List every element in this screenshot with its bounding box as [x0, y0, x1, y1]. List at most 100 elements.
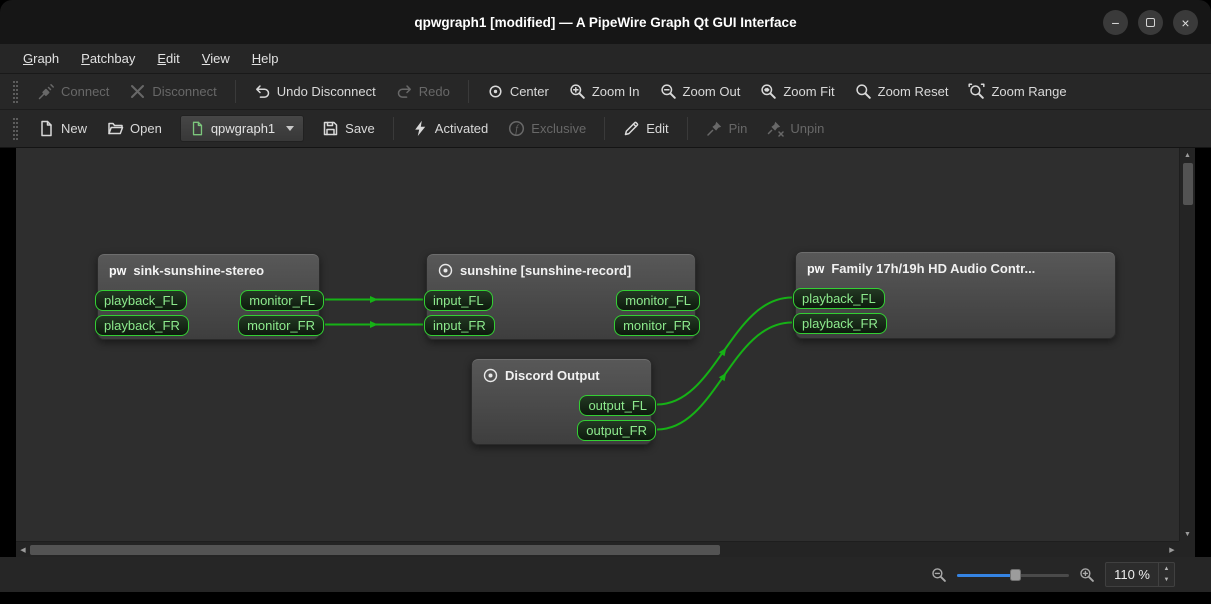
horizontal-scrollbar-handle[interactable]	[30, 545, 720, 555]
graph-canvas[interactable]: pw sink-sunshine-stereo playback_FL play…	[16, 148, 1179, 541]
maximize-button[interactable]	[1138, 10, 1163, 35]
zoom-fit-button[interactable]: Zoom Fit	[751, 78, 843, 106]
new-file-icon	[41, 120, 52, 137]
redo-button[interactable]: Redo	[387, 78, 459, 106]
node-title: Discord Output	[505, 368, 600, 383]
maximize-icon	[1146, 18, 1155, 27]
minimize-button[interactable]: −	[1103, 10, 1128, 35]
node-header: sunshine [sunshine-record]	[427, 254, 695, 278]
new-label: New	[61, 121, 88, 136]
zoom-fit-icon	[761, 84, 777, 99]
node-discord-output[interactable]: Discord Output output_FL output_FR	[471, 358, 656, 445]
scroll-left-icon[interactable]: ◀	[16, 542, 30, 557]
port-playback-fr[interactable]: playback_FR	[793, 313, 887, 334]
node-sink-sunshine-stereo[interactable]: pw sink-sunshine-stereo playback_FL play…	[95, 253, 324, 340]
zoom-slider[interactable]	[957, 567, 1070, 583]
scroll-right-icon[interactable]: ▶	[1165, 542, 1179, 557]
app-window: qpwgraph1 [modified] — A PipeWire Graph …	[0, 0, 1211, 604]
window-title: qpwgraph1 [modified] — A PipeWire Graph …	[414, 14, 797, 30]
status-zoom-in-button[interactable]	[1079, 567, 1095, 583]
connect-button[interactable]: Connect	[29, 78, 118, 106]
undo-disconnect-label: Undo Disconnect	[276, 84, 376, 99]
scroll-down-icon[interactable]: ▼	[1180, 527, 1195, 541]
port-input-fl[interactable]: input_FL	[424, 290, 493, 311]
scroll-up-icon[interactable]: ▲	[1180, 148, 1195, 162]
open-button[interactable]: Open	[98, 115, 171, 143]
node-title: sink-sunshine-stereo	[133, 263, 265, 278]
zoom-spinbox[interactable]: 110 % ▲ ▼	[1105, 562, 1175, 587]
zoom-spin-up-icon[interactable]: ▲	[1159, 563, 1174, 575]
patchbay-profile-combo[interactable]: qpwgraph1	[179, 115, 305, 142]
zoom-in-button[interactable]: Zoom In	[560, 78, 649, 106]
port-monitor-fr[interactable]: monitor_FR	[614, 315, 700, 336]
status-bar: 110 % ▲ ▼	[0, 557, 1211, 592]
window-controls: − ×	[1103, 10, 1198, 35]
horizontal-scrollbar[interactable]: ◀ ▶	[16, 541, 1179, 557]
stream-icon	[483, 368, 498, 383]
center-button[interactable]: Center	[478, 78, 558, 106]
connections-layer	[325, 296, 793, 431]
zoom-reset-label: Zoom Reset	[877, 84, 949, 99]
edit-button[interactable]: Edit	[614, 115, 677, 143]
port-output-fr[interactable]: output_FR	[577, 420, 656, 441]
node-title: sunshine [sunshine-record]	[460, 263, 632, 278]
node-sunshine-record[interactable]: sunshine [sunshine-record] input_FL inpu…	[424, 253, 700, 340]
graph-canvas-frame: pw sink-sunshine-stereo playback_FL play…	[16, 148, 1195, 557]
zoom-in-icon	[1080, 567, 1094, 582]
undo-icon	[255, 85, 269, 98]
node-family-hd-audio[interactable]: pw Family 17h/19h HD Audio Contr... play…	[793, 251, 1116, 339]
open-label: Open	[130, 121, 162, 136]
port-output-fl[interactable]: output_FL	[579, 395, 656, 416]
undo-disconnect-button[interactable]: Undo Disconnect	[245, 78, 385, 106]
toolbar-separator	[392, 117, 394, 140]
port-playback-fl[interactable]: playback_FL	[793, 288, 885, 309]
pin-label: Pin	[728, 121, 748, 136]
menu-edit[interactable]: Edit	[146, 47, 190, 70]
port-monitor-fl[interactable]: monitor_FL	[240, 290, 324, 311]
unpin-label: Unpin	[790, 121, 825, 136]
menu-help[interactable]: Help	[241, 47, 290, 70]
zoom-in-icon	[570, 84, 585, 99]
zoom-reset-button[interactable]: Zoom Reset	[846, 78, 958, 106]
svg-text:f: f	[516, 124, 520, 135]
zoom-spin-down-icon[interactable]: ▼	[1159, 575, 1174, 587]
menu-edit-label: Edit	[157, 51, 180, 66]
toolbar-grip[interactable]	[13, 117, 18, 140]
save-icon	[323, 121, 338, 136]
save-button[interactable]: Save	[313, 115, 384, 143]
menu-view[interactable]: View	[191, 47, 241, 70]
new-button[interactable]: New	[29, 115, 96, 143]
pin-icon	[706, 121, 721, 136]
status-zoom-out-button[interactable]	[931, 567, 947, 583]
pipewire-icon: pw	[109, 263, 127, 278]
zoom-range-button[interactable]: Zoom Range	[959, 78, 1075, 106]
zoom-out-icon	[932, 567, 946, 582]
toolbar-separator	[467, 80, 469, 103]
toolbar-separator	[234, 80, 236, 103]
menu-bar: Graph Patchbay Edit View Help	[0, 44, 1211, 74]
port-monitor-fr[interactable]: monitor_FR	[238, 315, 324, 336]
exclusive-button[interactable]: f Exclusive	[499, 115, 595, 143]
title-bar[interactable]: qpwgraph1 [modified] — A PipeWire Graph …	[0, 0, 1211, 44]
zoom-out-button[interactable]: Zoom Out	[651, 78, 750, 106]
vertical-scrollbar-handle[interactable]	[1183, 163, 1193, 205]
close-button[interactable]: ×	[1173, 10, 1198, 35]
menu-patchbay[interactable]: Patchbay	[70, 47, 146, 70]
port-playback-fl[interactable]: playback_FL	[95, 290, 187, 311]
port-input-fr[interactable]: input_FR	[424, 315, 495, 336]
disconnect-button[interactable]: Disconnect	[120, 78, 225, 106]
toolbar-grip[interactable]	[13, 80, 18, 103]
port-monitor-fl[interactable]: monitor_FL	[616, 290, 700, 311]
save-label: Save	[345, 121, 375, 136]
zoom-slider-handle[interactable]	[1010, 569, 1022, 581]
connect-icon	[38, 84, 54, 100]
pin-button[interactable]: Pin	[697, 115, 757, 143]
activated-button[interactable]: Activated	[403, 115, 497, 143]
menu-graph[interactable]: Graph	[12, 47, 70, 70]
zoom-out-icon	[660, 84, 676, 99]
vertical-scrollbar[interactable]: ▲ ▼	[1179, 148, 1195, 541]
unpin-button[interactable]: Unpin	[758, 115, 833, 143]
edit-label: Edit	[646, 121, 669, 136]
connect-label: Connect	[61, 84, 110, 99]
port-playback-fr[interactable]: playback_FR	[95, 315, 189, 336]
